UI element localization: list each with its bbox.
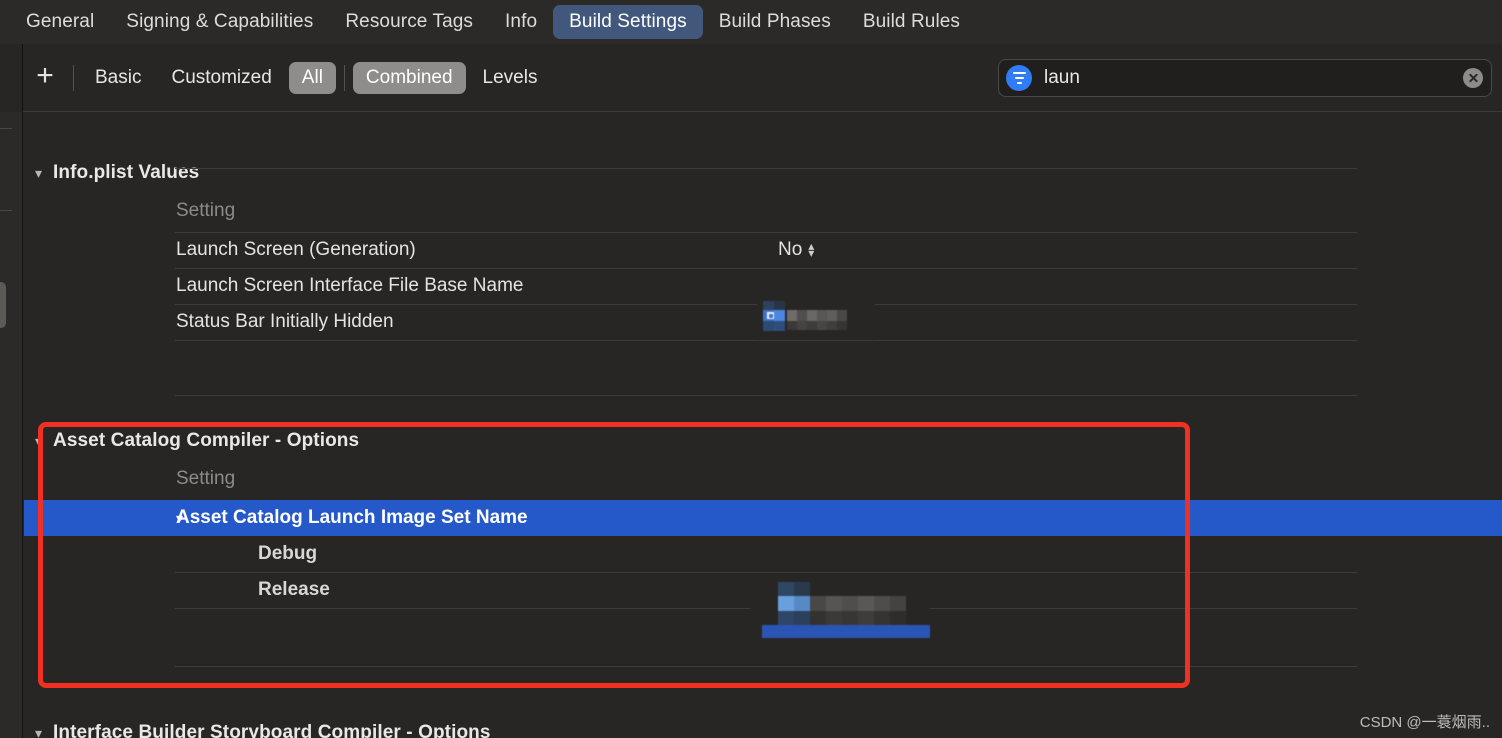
tab-resource-tags[interactable]: Resource Tags — [329, 5, 489, 39]
column-header-row-info-plist: Setting — [24, 190, 1502, 232]
watermark: CSDN @一蓑烟雨.. — [1359, 714, 1490, 731]
setting-row-launch-screen-generation[interactable]: Launch Screen (Generation) No ▴ ▾ — [24, 232, 1502, 268]
chevron-down-icon[interactable]: ▾ — [176, 511, 183, 525]
filter-segment-customized[interactable]: Customized — [158, 62, 284, 94]
setting-row-debug[interactable]: Debug — [24, 536, 1502, 572]
tab-build-settings[interactable]: Build Settings — [553, 5, 703, 39]
tab-build-phases[interactable]: Build Phases — [703, 5, 847, 39]
blurred-target-name-asset-catalog — [750, 580, 930, 638]
setting-value-text: No — [778, 239, 803, 260]
group-header-info-plist[interactable]: ▾ Info.plist Values — [24, 156, 1502, 190]
add-build-setting-button[interactable]: + — [23, 60, 67, 95]
blurred-target-name-info-plist — [757, 300, 875, 340]
scroll-thumb[interactable] — [0, 282, 6, 328]
setting-name: Release — [258, 579, 330, 600]
tab-build-rules[interactable]: Build Rules — [847, 5, 976, 39]
setting-name: Launch Screen (Generation) — [176, 239, 416, 260]
column-header-setting: Setting — [176, 200, 236, 221]
chevron-down-icon[interactable]: ▾ — [35, 434, 53, 448]
search-input[interactable]: laun — [1044, 67, 1463, 89]
chevron-down-icon[interactable]: ▾ — [35, 726, 53, 738]
setting-row-asset-catalog-launch-image-set-name[interactable]: ▾ Asset Catalog Launch Image Set Name — [24, 500, 1502, 536]
table-row[interactable]: ▾ Asset Catalog Launch Image Set Name — [24, 500, 1502, 536]
filter-icon[interactable] — [1006, 65, 1032, 91]
search-field-container[interactable]: laun — [998, 59, 1492, 97]
tab-info[interactable]: Info — [489, 5, 553, 39]
settings-table: ▾ Info.plist Values Setting Launch Scree… — [24, 112, 1502, 738]
editor-left-gutter — [0, 112, 23, 738]
chevron-down-icon[interactable]: ▾ — [35, 166, 53, 180]
chevron-up-down-icon[interactable]: ▴▾ — [808, 240, 814, 259]
setting-name: Status Bar Initially Hidden — [176, 311, 394, 332]
table-row[interactable]: Launch Screen (Generation) No ▴ ▾ — [24, 232, 1502, 268]
tab-general[interactable]: General — [10, 5, 110, 39]
tab-signing-capabilities[interactable]: Signing & Capabilities — [110, 5, 329, 39]
clear-icon[interactable] — [1463, 68, 1483, 88]
column-header-row-asset-catalog: Setting — [24, 458, 1502, 500]
filter-segment-all[interactable]: All — [288, 61, 336, 94]
group-title-asset-catalog: Asset Catalog Compiler - Options — [53, 430, 360, 451]
setting-value[interactable]: No ▴▾ — [778, 239, 814, 261]
group-header-interface-builder[interactable]: ▾ Interface Builder Storyboard Compiler … — [24, 716, 1502, 738]
build-settings-list[interactable]: ▾ Info.plist Values Setting Launch Scree… — [0, 112, 1502, 738]
setting-name: Asset Catalog Launch Image Set Name — [176, 507, 528, 528]
table-row[interactable]: Debug — [24, 536, 1502, 572]
toolbar-divider-1 — [73, 64, 74, 91]
setting-name: Launch Screen Interface File Base Name — [176, 275, 524, 296]
group-header-asset-catalog[interactable]: ▾ Asset Catalog Compiler - Options — [24, 424, 1502, 458]
selection-gutter-fill — [24, 500, 47, 536]
section-info-plist-values: ▾ Info.plist Values Setting Launch Scree… — [24, 156, 1502, 396]
section-interface-builder-storyboard-compiler: ▾ Interface Builder Storyboard Compiler … — [24, 716, 1502, 738]
editor-tab-bar: General Signing & Capabilities Resource … — [0, 0, 1502, 44]
setting-name: Debug — [258, 543, 318, 564]
search-field[interactable]: laun — [998, 59, 1492, 97]
xcode-build-settings-window: General Signing & Capabilities Resource … — [0, 0, 1502, 738]
filter-segment-basic[interactable]: Basic — [82, 62, 154, 94]
section-footer-info-plist — [24, 340, 1502, 396]
filter-segment-levels[interactable]: Levels — [470, 62, 551, 94]
column-header-setting: Setting — [176, 468, 236, 489]
group-title-info-plist: Info.plist Values — [53, 162, 200, 183]
table-row[interactable]: Launch Screen Interface File Base Name — [24, 268, 1502, 304]
setting-row-launch-screen-interface-file-base-name[interactable]: Launch Screen Interface File Base Name — [24, 268, 1502, 304]
toolbar-divider-2 — [343, 64, 345, 91]
filter-segment-combined[interactable]: Combined — [352, 61, 466, 94]
group-title-interface-builder: Interface Builder Storyboard Compiler - … — [53, 722, 491, 738]
toolbar-left-gutter — [0, 43, 23, 112]
